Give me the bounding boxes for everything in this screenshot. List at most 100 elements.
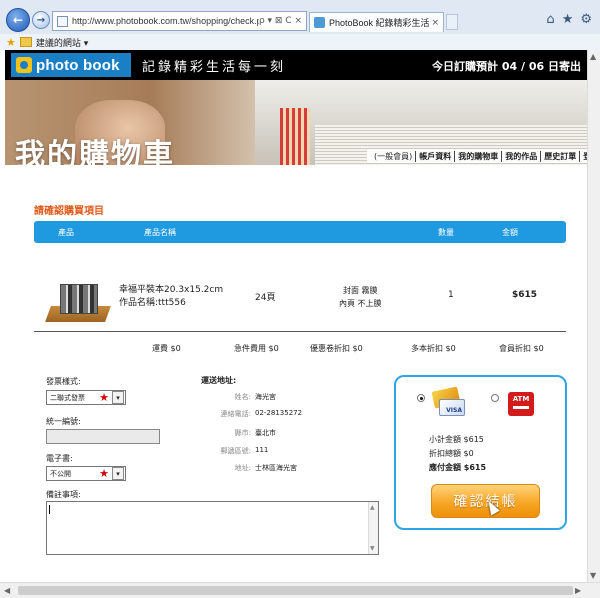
section-title: 請確認購買項目 — [34, 206, 104, 217]
address-key: 郵遞區號: — [220, 447, 251, 455]
browser-tab[interactable]: PhotoBook 紀錄精彩生活... × — [309, 12, 444, 32]
product-price: $615 — [512, 290, 538, 300]
col-quantity: 數量 — [438, 228, 454, 237]
text-caret — [49, 505, 50, 514]
address-row-zip: 郵遞區號: 111 — [201, 446, 371, 458]
invoice-type-value: 二聯式發票 — [50, 393, 85, 402]
shipping-notice: 今日訂購預計 04 / 06 日寄出 — [432, 60, 581, 73]
nav-works[interactable]: 我的作品 — [501, 150, 540, 162]
folder-icon — [19, 37, 32, 47]
address-row-phone: 連絡電話: 02-28135272 — [201, 409, 371, 421]
invoice-type-label: 發票樣式: — [46, 377, 81, 386]
forward-arrow-icon[interactable]: → — [32, 11, 50, 29]
browser-actions: ⌂ ★ ⚙ — [546, 12, 592, 27]
product-quantity: 1 — [448, 290, 454, 300]
invoice-type-select[interactable]: 二聯式發票 ★ ▾ — [46, 390, 126, 405]
product-name: 幸福平裝本20.3x15.2cm 作品名稱:ttt556 — [119, 284, 223, 310]
page-icon — [57, 15, 68, 27]
divider — [34, 331, 566, 332]
home-icon[interactable]: ⌂ — [546, 12, 554, 27]
site-logo[interactable]: photo book — [11, 53, 131, 77]
discount-total: 折扣總額 $0 — [429, 449, 474, 458]
gear-icon[interactable]: ⚙ — [580, 12, 592, 27]
cart-table-header: 產品 產品名稱 數量 金額 — [34, 221, 566, 243]
nav-account[interactable]: 帳戶資料 — [415, 150, 454, 162]
atm-slot — [513, 406, 529, 409]
subtotal: 小計金額 $615 — [429, 435, 484, 444]
favorites-star-icon[interactable]: ★ — [562, 12, 574, 27]
amount-due: 應付金額 $615 — [429, 463, 487, 472]
address-value: 111 — [255, 446, 269, 454]
address-value: 海光宮 — [255, 393, 276, 401]
cover-finish: 封面 霧膜 — [343, 286, 378, 295]
ebook-value: 不公開 — [50, 469, 71, 478]
textarea-scrollbar[interactable]: ▲ ▼ — [368, 502, 378, 554]
address-value: 臺北市 — [255, 429, 276, 437]
product-pages: 24頁 — [255, 293, 276, 303]
member-discount: 會員折扣 $0 — [499, 344, 544, 353]
tax-id-input[interactable] — [46, 429, 160, 444]
address-row-address: 地址: 士林區海光宮 — [201, 463, 371, 475]
shipping-address-title: 運送地址: — [201, 376, 237, 385]
close-tab-icon[interactable]: × — [431, 18, 439, 28]
logo-text: photo book — [36, 56, 120, 74]
scroll-down-icon[interactable]: ▼ — [370, 545, 375, 552]
logo-icon — [16, 57, 32, 73]
required-star-icon: ★ — [99, 391, 109, 404]
hero-banner: 我的購物車 (一般會員) 帳戶資料 我的購物車 我的作品 歷史訂單 登 — [5, 80, 587, 165]
product-name-line2: 作品名稱:ttt556 — [119, 298, 186, 308]
checkout-button[interactable]: 確認結帳 — [431, 484, 540, 518]
product-finish: 封面 霧膜 內頁 不上膜 — [339, 284, 382, 310]
suggested-sites-link[interactable]: 建議的網站 ▾ — [36, 36, 88, 49]
coupon-discount: 優惠卷折扣 $0 — [310, 344, 363, 353]
thumbnail-books — [60, 284, 98, 314]
scroll-up-icon[interactable]: ▲ — [590, 52, 596, 61]
product-name-line1: 幸福平裝本20.3x15.2cm — [119, 285, 224, 295]
col-amount: 金額 — [502, 228, 518, 237]
address-row-city: 縣市: 臺北市 — [201, 428, 371, 440]
url-text[interactable]: http://www.photobook.com.tw/shopping/che… — [72, 16, 259, 26]
col-product: 產品 — [58, 228, 74, 237]
atm-radio[interactable] — [491, 394, 499, 402]
address-controls[interactable]: ρ ▾ ⊠ C × — [259, 16, 306, 26]
nav-logout[interactable]: 登 — [579, 150, 587, 162]
ebook-label: 電子書: — [46, 454, 73, 463]
credit-card-icon[interactable]: VISA — [431, 386, 465, 419]
scroll-right-icon[interactable]: ▶ — [575, 586, 581, 595]
scroll-down-icon[interactable]: ▼ — [590, 571, 596, 580]
nav-cart[interactable]: 我的購物車 — [454, 150, 501, 162]
payment-panel: VISA ATM 小計金額 $615 折扣總額 $0 應付金額 $615 確認結… — [394, 375, 567, 530]
vertical-scrollbar[interactable]: ▲ ▼ — [587, 50, 600, 582]
scroll-left-icon[interactable]: ◀ — [4, 586, 10, 595]
visa-card: VISA — [439, 399, 465, 416]
address-bar[interactable]: http://www.photobook.com.tw/shopping/che… — [52, 11, 307, 31]
slogan: 記錄精彩生活每一刻 — [142, 60, 287, 75]
horizontal-scrollbar[interactable]: ◀ ▶ — [0, 582, 600, 598]
member-level: (一般會員) — [374, 151, 413, 161]
atm-icon[interactable]: ATM — [508, 392, 534, 416]
scroll-up-icon[interactable]: ▲ — [370, 504, 375, 511]
chevron-down-icon[interactable]: ▾ — [112, 467, 124, 480]
address-key: 連絡電話: — [220, 410, 251, 418]
notes-label: 備註事項: — [46, 490, 81, 499]
address-value: 士林區海光宮 — [255, 464, 297, 472]
chevron-down-icon[interactable]: ▾ — [112, 391, 124, 404]
tab-favicon-icon — [314, 17, 325, 28]
ebook-select[interactable]: 不公開 ★ ▾ — [46, 466, 126, 481]
nav-orders[interactable]: 歷史訂單 — [540, 150, 579, 162]
star-icon[interactable]: ★ — [6, 36, 16, 49]
credit-card-radio[interactable] — [417, 394, 425, 402]
table-row: 幸福平裝本20.3x15.2cm 作品名稱:ttt556 24頁 封面 霧膜 內… — [34, 274, 566, 334]
scrollbar-thumb[interactable] — [18, 586, 573, 595]
required-star-icon: ★ — [99, 467, 109, 480]
rush-fee: 急件費用 $0 — [234, 344, 279, 353]
back-arrow-icon[interactable]: ← — [6, 8, 30, 32]
notes-textarea[interactable]: ▲ ▼ — [46, 501, 379, 555]
site-header: photo book 記錄精彩生活每一刻 今日訂購預計 04 / 06 日寄出 — [5, 50, 587, 80]
member-nav: (一般會員) 帳戶資料 我的購物車 我的作品 歷史訂單 登 — [367, 149, 587, 163]
col-product-name: 產品名稱 — [144, 228, 176, 237]
new-tab-button[interactable] — [446, 14, 458, 30]
address-key: 縣市: — [234, 429, 251, 437]
hero-book-binding — [280, 108, 310, 165]
address-key: 地址: — [234, 464, 251, 472]
